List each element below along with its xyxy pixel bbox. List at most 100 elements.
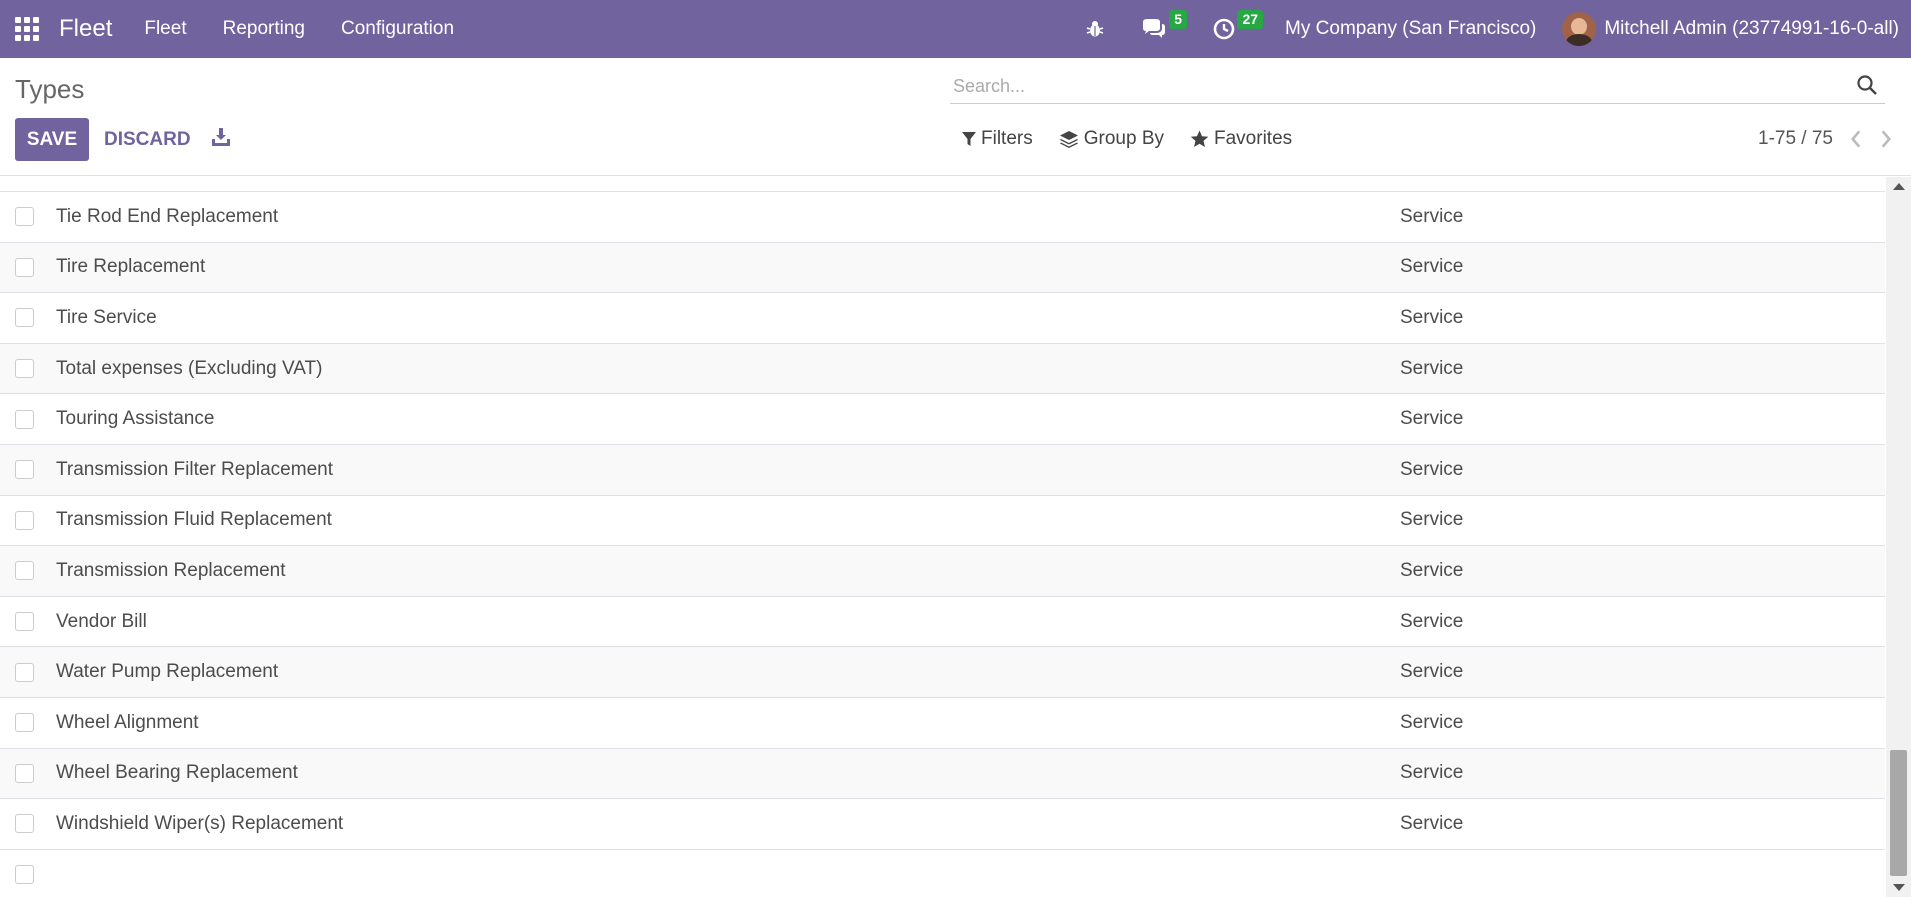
table-row-partial [0,177,1885,192]
scroll-down-arrow-icon[interactable] [1893,884,1905,891]
messages-menu[interactable]: 5 [1127,0,1189,58]
scroll-up-arrow-icon[interactable] [1893,183,1905,190]
clock-icon [1213,18,1235,40]
search-bar [950,68,1885,104]
cell-type-name[interactable]: Transmission Filter Replacement [56,459,333,481]
cell-type-name[interactable]: Tire Replacement [56,256,205,278]
cell-category[interactable]: Service [1400,256,1463,278]
cell-type-name[interactable]: Tire Service [56,307,157,329]
star-icon [1190,130,1209,147]
row-checkbox[interactable] [15,662,34,682]
row-checkbox[interactable] [15,763,34,783]
table-row[interactable]: Tire Replacement Service [0,242,1885,294]
scroll-thumb[interactable] [1890,750,1907,876]
chevron-right-icon[interactable] [1877,128,1895,150]
search-input[interactable] [953,72,1833,100]
search-options: Filters Group By Favorites [962,128,1318,150]
cell-category[interactable]: Service [1400,206,1463,228]
cell-category[interactable]: Service [1400,611,1463,633]
cell-category[interactable]: Service [1400,307,1463,329]
vertical-scrollbar[interactable] [1886,177,1911,897]
row-checkbox[interactable] [15,510,34,530]
table-row[interactable]: Vendor Bill Service [0,597,1885,648]
cell-type-name[interactable]: Touring Assistance [56,408,214,430]
page-title: Types [15,74,85,104]
chat-icon [1143,19,1166,38]
filters-label: Filters [981,128,1033,149]
table-row-empty [0,850,1885,897]
pager-value[interactable]: 1-75 / 75 [1758,128,1833,150]
cell-type-name[interactable]: Wheel Alignment [56,712,199,734]
table-row[interactable]: Transmission Fluid Replacement Service [0,496,1885,547]
row-checkbox[interactable] [15,308,34,328]
row-checkbox[interactable] [15,409,34,429]
table-row[interactable]: Windshield Wiper(s) Replacement Service [0,799,1885,850]
favorites-button[interactable]: Favorites [1190,128,1292,150]
app-brand[interactable]: Fleet [59,15,112,43]
activities-badge: 27 [1237,10,1264,29]
cell-type-name[interactable]: Wheel Bearing Replacement [56,762,298,784]
row-checkbox[interactable] [15,814,34,834]
cell-category[interactable]: Service [1400,408,1463,430]
table-row[interactable]: Tie Rod End Replacement Service [0,192,1885,243]
table-row[interactable]: Transmission Replacement Service [0,546,1885,597]
cell-category[interactable]: Service [1400,560,1463,582]
groupby-label: Group By [1083,128,1164,149]
cell-category[interactable]: Service [1400,509,1463,531]
cell-type-name[interactable]: Total expenses (Excluding VAT) [56,358,322,380]
row-checkbox[interactable] [15,561,34,581]
save-button[interactable]: SAVE [15,118,89,161]
user-name: Mitchell Admin (23774991-16-0-all) [1604,18,1899,39]
cell-category[interactable]: Service [1400,712,1463,734]
cell-category[interactable]: Service [1400,358,1463,380]
table-row[interactable]: Touring Assistance Service [0,394,1885,445]
discard-button[interactable]: DISCARD [104,118,191,161]
filter-icon [962,132,976,146]
groupby-button[interactable]: Group By [1059,128,1164,150]
table-row[interactable]: Total expenses (Excluding VAT) Service [0,343,1885,395]
top-navbar: Fleet Fleet Reporting Configuration 5 27… [0,0,1911,58]
cell-type-name[interactable]: Windshield Wiper(s) Replacement [56,813,343,835]
row-checkbox[interactable] [15,207,34,227]
export-button[interactable] [210,126,236,152]
row-checkbox[interactable] [15,460,34,480]
menu-fleet[interactable]: Fleet [126,0,204,58]
cell-category[interactable]: Service [1400,813,1463,835]
table-row[interactable]: Tire Service Service [0,293,1885,344]
pager: 1-75 / 75 [1758,128,1892,150]
bug-icon [1086,21,1104,37]
table-row[interactable]: Wheel Alignment Service [0,698,1885,749]
activities-menu[interactable]: 27 [1199,0,1265,58]
cell-category[interactable]: Service [1400,459,1463,481]
menu-reporting[interactable]: Reporting [205,0,323,58]
apps-grid-icon[interactable] [15,17,39,41]
filters-button[interactable]: Filters [962,128,1033,150]
table-row[interactable]: Transmission Filter Replacement Service [0,444,1885,496]
cell-category[interactable]: Service [1400,661,1463,683]
list-body: Tie Rod End Replacement Service Tire Repla… [0,192,1885,850]
table-row[interactable]: Water Pump Replacement Service [0,647,1885,698]
row-checkbox[interactable] [15,865,34,885]
company-switcher[interactable]: My Company (San Francisco) [1285,18,1536,40]
cell-type-name[interactable]: Transmission Replacement [56,560,286,582]
main-menu: Fleet Reporting Configuration [126,0,472,58]
chevron-left-icon[interactable] [1847,128,1865,150]
debug-menu[interactable] [1071,0,1119,58]
navbar-systray: 5 27 My Company (San Francisco) Mitchell… [1071,0,1911,58]
user-menu[interactable]: Mitchell Admin (23774991-16-0-all) [1562,12,1899,46]
layers-icon [1059,131,1078,148]
cell-type-name[interactable]: Tie Rod End Replacement [56,206,278,228]
cell-category[interactable]: Service [1400,762,1463,784]
row-checkbox[interactable] [15,612,34,632]
row-checkbox[interactable] [15,713,34,733]
cell-type-name[interactable]: Water Pump Replacement [56,661,278,683]
table-row[interactable]: Wheel Bearing Replacement Service [0,748,1885,800]
cell-type-name[interactable]: Transmission Fluid Replacement [56,509,332,531]
search-icon[interactable] [1855,73,1879,97]
row-checkbox[interactable] [15,257,34,277]
messages-badge: 5 [1169,10,1188,29]
cell-type-name[interactable]: Vendor Bill [56,611,147,633]
favorites-label: Favorites [1214,128,1293,149]
menu-configuration[interactable]: Configuration [323,0,472,58]
row-checkbox[interactable] [15,359,34,379]
